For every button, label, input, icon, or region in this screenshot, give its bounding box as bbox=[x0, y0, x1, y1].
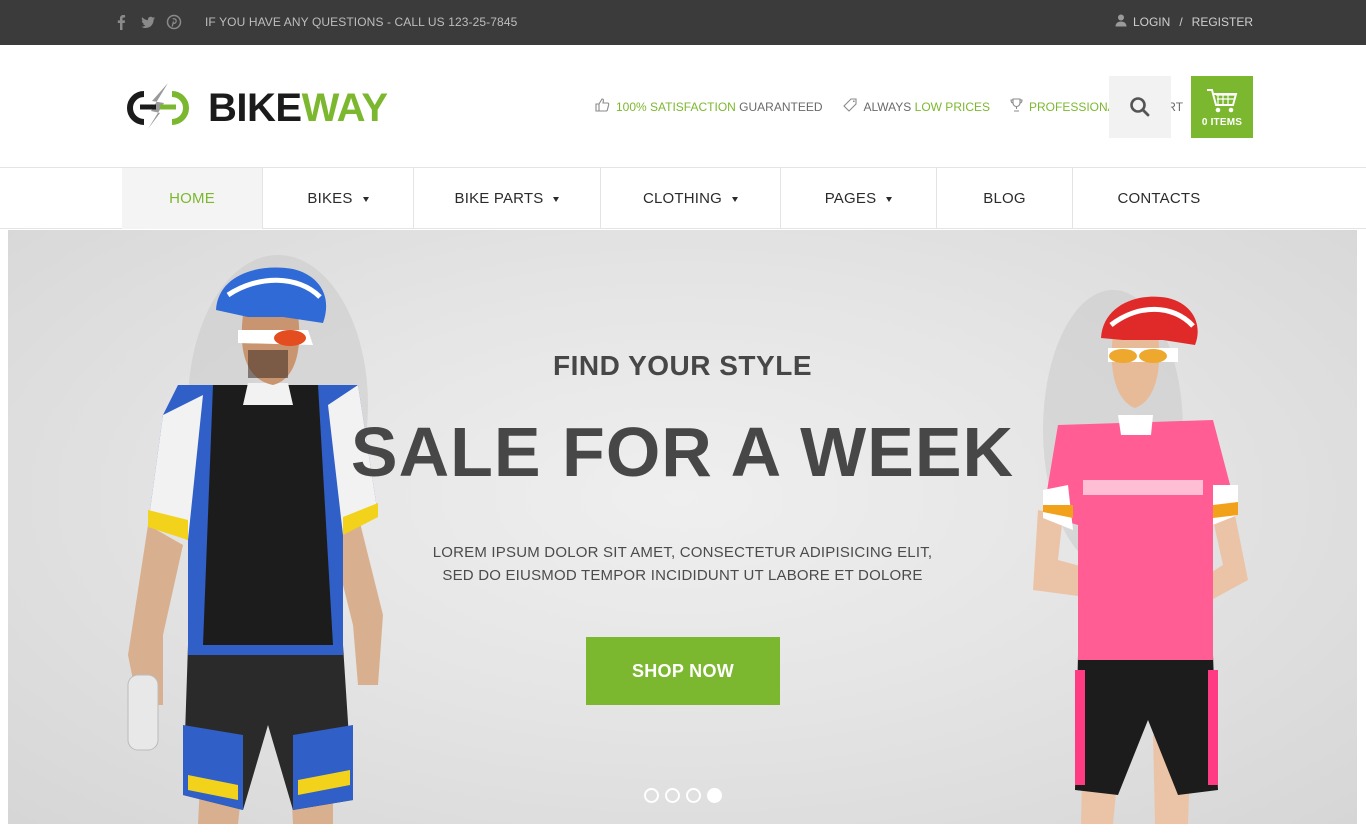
nav-item-clothing[interactable]: CLOTHING bbox=[601, 168, 781, 229]
trophy-icon bbox=[1010, 98, 1023, 115]
logo[interactable]: BIKEWAY bbox=[118, 81, 388, 135]
slider-dot-2[interactable] bbox=[665, 788, 680, 803]
login-link[interactable]: LOGIN bbox=[1133, 15, 1170, 29]
nav-item-label: BIKES bbox=[307, 190, 353, 207]
nav-item-label: CLOTHING bbox=[642, 190, 723, 207]
hero-subtext-line-1: LOREM IPSUM DOLOR SIT AMET, CONSECTETUR … bbox=[432, 544, 933, 561]
bike-logo-icon bbox=[127, 83, 189, 129]
facebook-icon[interactable] bbox=[114, 14, 128, 30]
feature-low-prices-highlight: LOW PRICES bbox=[914, 99, 990, 114]
logo-text-way: WAY bbox=[301, 86, 388, 130]
login-register: LOGIN / REGISTER bbox=[1115, 14, 1253, 30]
nav-item-bike-parts[interactable]: BIKE PARTS bbox=[414, 168, 601, 229]
thumbs-up-icon bbox=[595, 98, 610, 115]
feature-badges: 100% SATISFACTION GUARANTEED ALWAYS LOW … bbox=[595, 98, 1183, 115]
hero-slider: FIND YOUR STYLE SALE FOR A WEEK LOREM IP… bbox=[8, 230, 1357, 824]
feature-satisfaction-rest: GUARANTEED bbox=[739, 99, 823, 114]
nav-item-label: BLOG bbox=[983, 190, 1026, 207]
tag-icon bbox=[842, 98, 858, 115]
hero-subtext-line-2: SED DO EIUSMOD TEMPOR INCIDIDUNT UT LABO… bbox=[442, 567, 923, 584]
caret-down-icon bbox=[732, 196, 739, 202]
cart-button[interactable]: 0 ITEMS bbox=[1191, 76, 1253, 138]
twitter-icon[interactable] bbox=[140, 14, 155, 30]
nav-item-label: BIKE PARTS bbox=[454, 190, 544, 207]
slider-pagination bbox=[644, 788, 722, 803]
feature-support-highlight: PROFESSIONAL bbox=[1029, 99, 1122, 114]
nav-item-contacts[interactable]: CONTACTS bbox=[1073, 168, 1245, 229]
cart-count: 0 ITEMS bbox=[1201, 116, 1243, 128]
male-cyclist-image bbox=[127, 255, 383, 824]
contact-info: IF YOU HAVE ANY QUESTIONS - CALL US 123-… bbox=[205, 15, 518, 29]
nav-item-label: PAGES bbox=[824, 190, 877, 207]
social-links bbox=[114, 14, 182, 30]
nav-item-bikes[interactable]: BIKES bbox=[263, 168, 414, 229]
feature-satisfaction-highlight: 100% SATISFACTION bbox=[616, 99, 736, 114]
logo-text-bike: BIKE bbox=[208, 86, 302, 130]
slider-dot-1[interactable] bbox=[644, 788, 659, 803]
feature-low-prices-prefix: ALWAYS bbox=[863, 99, 912, 114]
nav-item-home[interactable]: HOME bbox=[122, 168, 263, 229]
caret-down-icon bbox=[886, 196, 893, 202]
hero-headline: SALE FOR A WEEK bbox=[350, 413, 1015, 491]
hero-kicker: FIND YOUR STYLE bbox=[552, 350, 812, 381]
search-button[interactable] bbox=[1109, 76, 1171, 138]
hero-subtext: LOREM IPSUM DOLOR SIT AMET, CONSECTETUR … bbox=[8, 541, 1357, 587]
user-icon bbox=[1115, 14, 1127, 30]
pinterest-icon[interactable] bbox=[166, 14, 182, 30]
nav-item-blog[interactable]: BLOG bbox=[937, 168, 1073, 229]
caret-down-icon bbox=[553, 196, 560, 202]
nav-item-pages[interactable]: PAGES bbox=[781, 168, 937, 229]
login-separator: / bbox=[1179, 15, 1183, 29]
shop-now-button[interactable]: SHOP NOW bbox=[586, 637, 780, 705]
slider-dot-3[interactable] bbox=[686, 788, 701, 803]
cart-icon bbox=[1207, 88, 1238, 112]
register-link[interactable]: REGISTER bbox=[1192, 15, 1253, 29]
nav-item-label: HOME bbox=[169, 190, 215, 207]
slider-dot-4[interactable] bbox=[707, 788, 722, 803]
main-nav: HOME BIKES BIKE PARTS CLOTHING PAGES BLO… bbox=[0, 168, 1366, 229]
top-bar: IF YOU HAVE ANY QUESTIONS - CALL US 123-… bbox=[0, 0, 1366, 45]
feature-satisfaction: 100% SATISFACTION GUARANTEED bbox=[595, 98, 823, 115]
caret-down-icon bbox=[362, 196, 369, 202]
search-icon bbox=[1130, 97, 1150, 117]
feature-low-prices: ALWAYS LOW PRICES bbox=[842, 98, 990, 115]
nav-item-label: CONTACTS bbox=[1117, 190, 1201, 207]
site-header: BIKEWAY 100% SATISFACTION GUARANTEED ALW… bbox=[0, 45, 1366, 168]
